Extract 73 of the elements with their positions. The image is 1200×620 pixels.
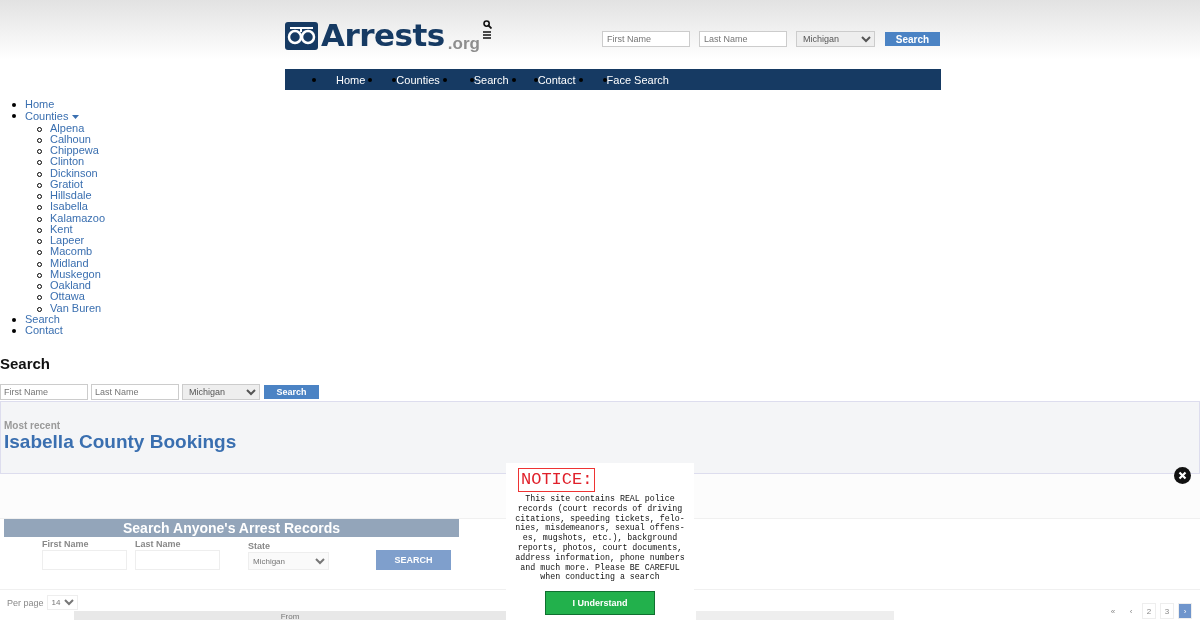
- menu-link[interactable]: Gratiot: [50, 177, 83, 190]
- first-name-field[interactable]: First Name: [602, 31, 690, 47]
- records-search-title: Search Anyone's Arrest Records: [4, 519, 459, 538]
- bullet-icon: [312, 77, 316, 82]
- bullet-icon: [12, 114, 16, 119]
- per-page-dropdown[interactable]: 14: [46, 595, 78, 611]
- close-icon[interactable]: [1174, 467, 1191, 484]
- menu-link[interactable]: Hillsdale: [50, 189, 92, 201]
- bullet-icon: [602, 77, 607, 82]
- state-dropdown[interactable]: Michigan: [182, 384, 260, 401]
- field-label: State: [248, 541, 271, 552]
- search-button[interactable]: Search: [885, 32, 940, 46]
- menu-link[interactable]: Macomb: [50, 245, 93, 258]
- menu-link[interactable]: Chippewa: [50, 144, 99, 156]
- bullet-icon: [368, 77, 373, 82]
- page-link[interactable]: 2: [1142, 603, 1156, 620]
- bullet-icon: [12, 317, 16, 322]
- state-dropdown[interactable]: Michigan: [248, 552, 329, 571]
- menu-icon[interactable]: [482, 31, 491, 39]
- last-name-field[interactable]: Last Name: [699, 31, 787, 47]
- menu-link[interactable]: Ottawa: [50, 290, 85, 303]
- first-name-field[interactable]: First Name: [0, 384, 88, 401]
- banner-title: Isabella County Bookings: [4, 431, 238, 454]
- menu-link[interactable]: Van Buren: [50, 301, 102, 314]
- page-link[interactable]: «: [1106, 603, 1120, 620]
- menu-link[interactable]: Search: [25, 312, 60, 325]
- page-link[interactable]: 3: [1160, 603, 1174, 620]
- bullet-icon: [511, 77, 516, 82]
- page-link[interactable]: ‹: [1124, 603, 1138, 620]
- search-icon[interactable]: [482, 20, 492, 29]
- bullet-icon: [392, 77, 397, 82]
- nav-link[interactable]: Home: [336, 73, 366, 86]
- nav-link[interactable]: Face Search: [606, 73, 669, 86]
- menu-link[interactable]: Isabella: [50, 200, 88, 213]
- nav-link[interactable]: Search: [473, 73, 509, 86]
- menu-link[interactable]: Lapeer: [50, 234, 85, 246]
- per-page-label: Per page: [7, 597, 44, 608]
- nav-link[interactable]: Counties: [396, 73, 440, 86]
- notice-text: This site contains REAL police records (court records of driving citations, speeding tickets, felo- nies, misdemeanors, sexual offens- es, mugshots, etc.), background reports, photos, court documents, address information, phone numbers and much more. Please BE CAREFUL when conducting a search: [515, 494, 685, 583]
- bullet-icon: [469, 77, 474, 82]
- menu-link[interactable]: Kalamazoo: [50, 211, 106, 224]
- understand-button[interactable]: I Understand: [545, 591, 655, 616]
- logo-suffix: .org: [447, 35, 480, 52]
- menu-link[interactable]: Alpena: [50, 121, 85, 134]
- menu-link[interactable]: Counties: [25, 110, 69, 123]
- menu-link[interactable]: Muskegon: [50, 267, 101, 280]
- last-name-field[interactable]: Last Name: [91, 384, 179, 401]
- column-header: From: [74, 611, 506, 620]
- page-link[interactable]: ›: [1178, 603, 1192, 620]
- menu-link[interactable]: Calhoun: [50, 132, 91, 145]
- menu-link[interactable]: Oakland: [50, 279, 91, 291]
- state-dropdown[interactable]: Michigan: [796, 31, 875, 47]
- menu-link[interactable]: Home: [25, 98, 55, 110]
- nav-link[interactable]: Contact: [537, 73, 576, 86]
- menu-link[interactable]: Midland: [50, 256, 89, 269]
- site-logo[interactable]: Arrests.org: [285, 20, 480, 50]
- bullet-icon: [533, 77, 538, 82]
- menu-link[interactable]: Kent: [50, 222, 73, 235]
- bullet-icon: [12, 103, 16, 107]
- banner-subtitle: Most recent: [4, 420, 62, 432]
- menu-link[interactable]: Dickinson: [50, 166, 98, 179]
- section-heading: Search: [0, 355, 52, 373]
- field-label: First Name: [42, 539, 90, 550]
- field-label: Last Name: [135, 539, 182, 550]
- bullet-icon: [442, 77, 447, 82]
- handcuffs-logo-icon: [285, 22, 318, 50]
- search-button[interactable]: Search: [264, 385, 319, 400]
- bullet-icon: [12, 329, 16, 333]
- notice-title: NOTICE:: [518, 468, 596, 492]
- logo-text: Arrests: [321, 20, 445, 50]
- menu-link[interactable]: Clinton: [50, 155, 85, 168]
- menu-link[interactable]: Contact: [25, 324, 63, 336]
- bullet-icon: [578, 77, 583, 82]
